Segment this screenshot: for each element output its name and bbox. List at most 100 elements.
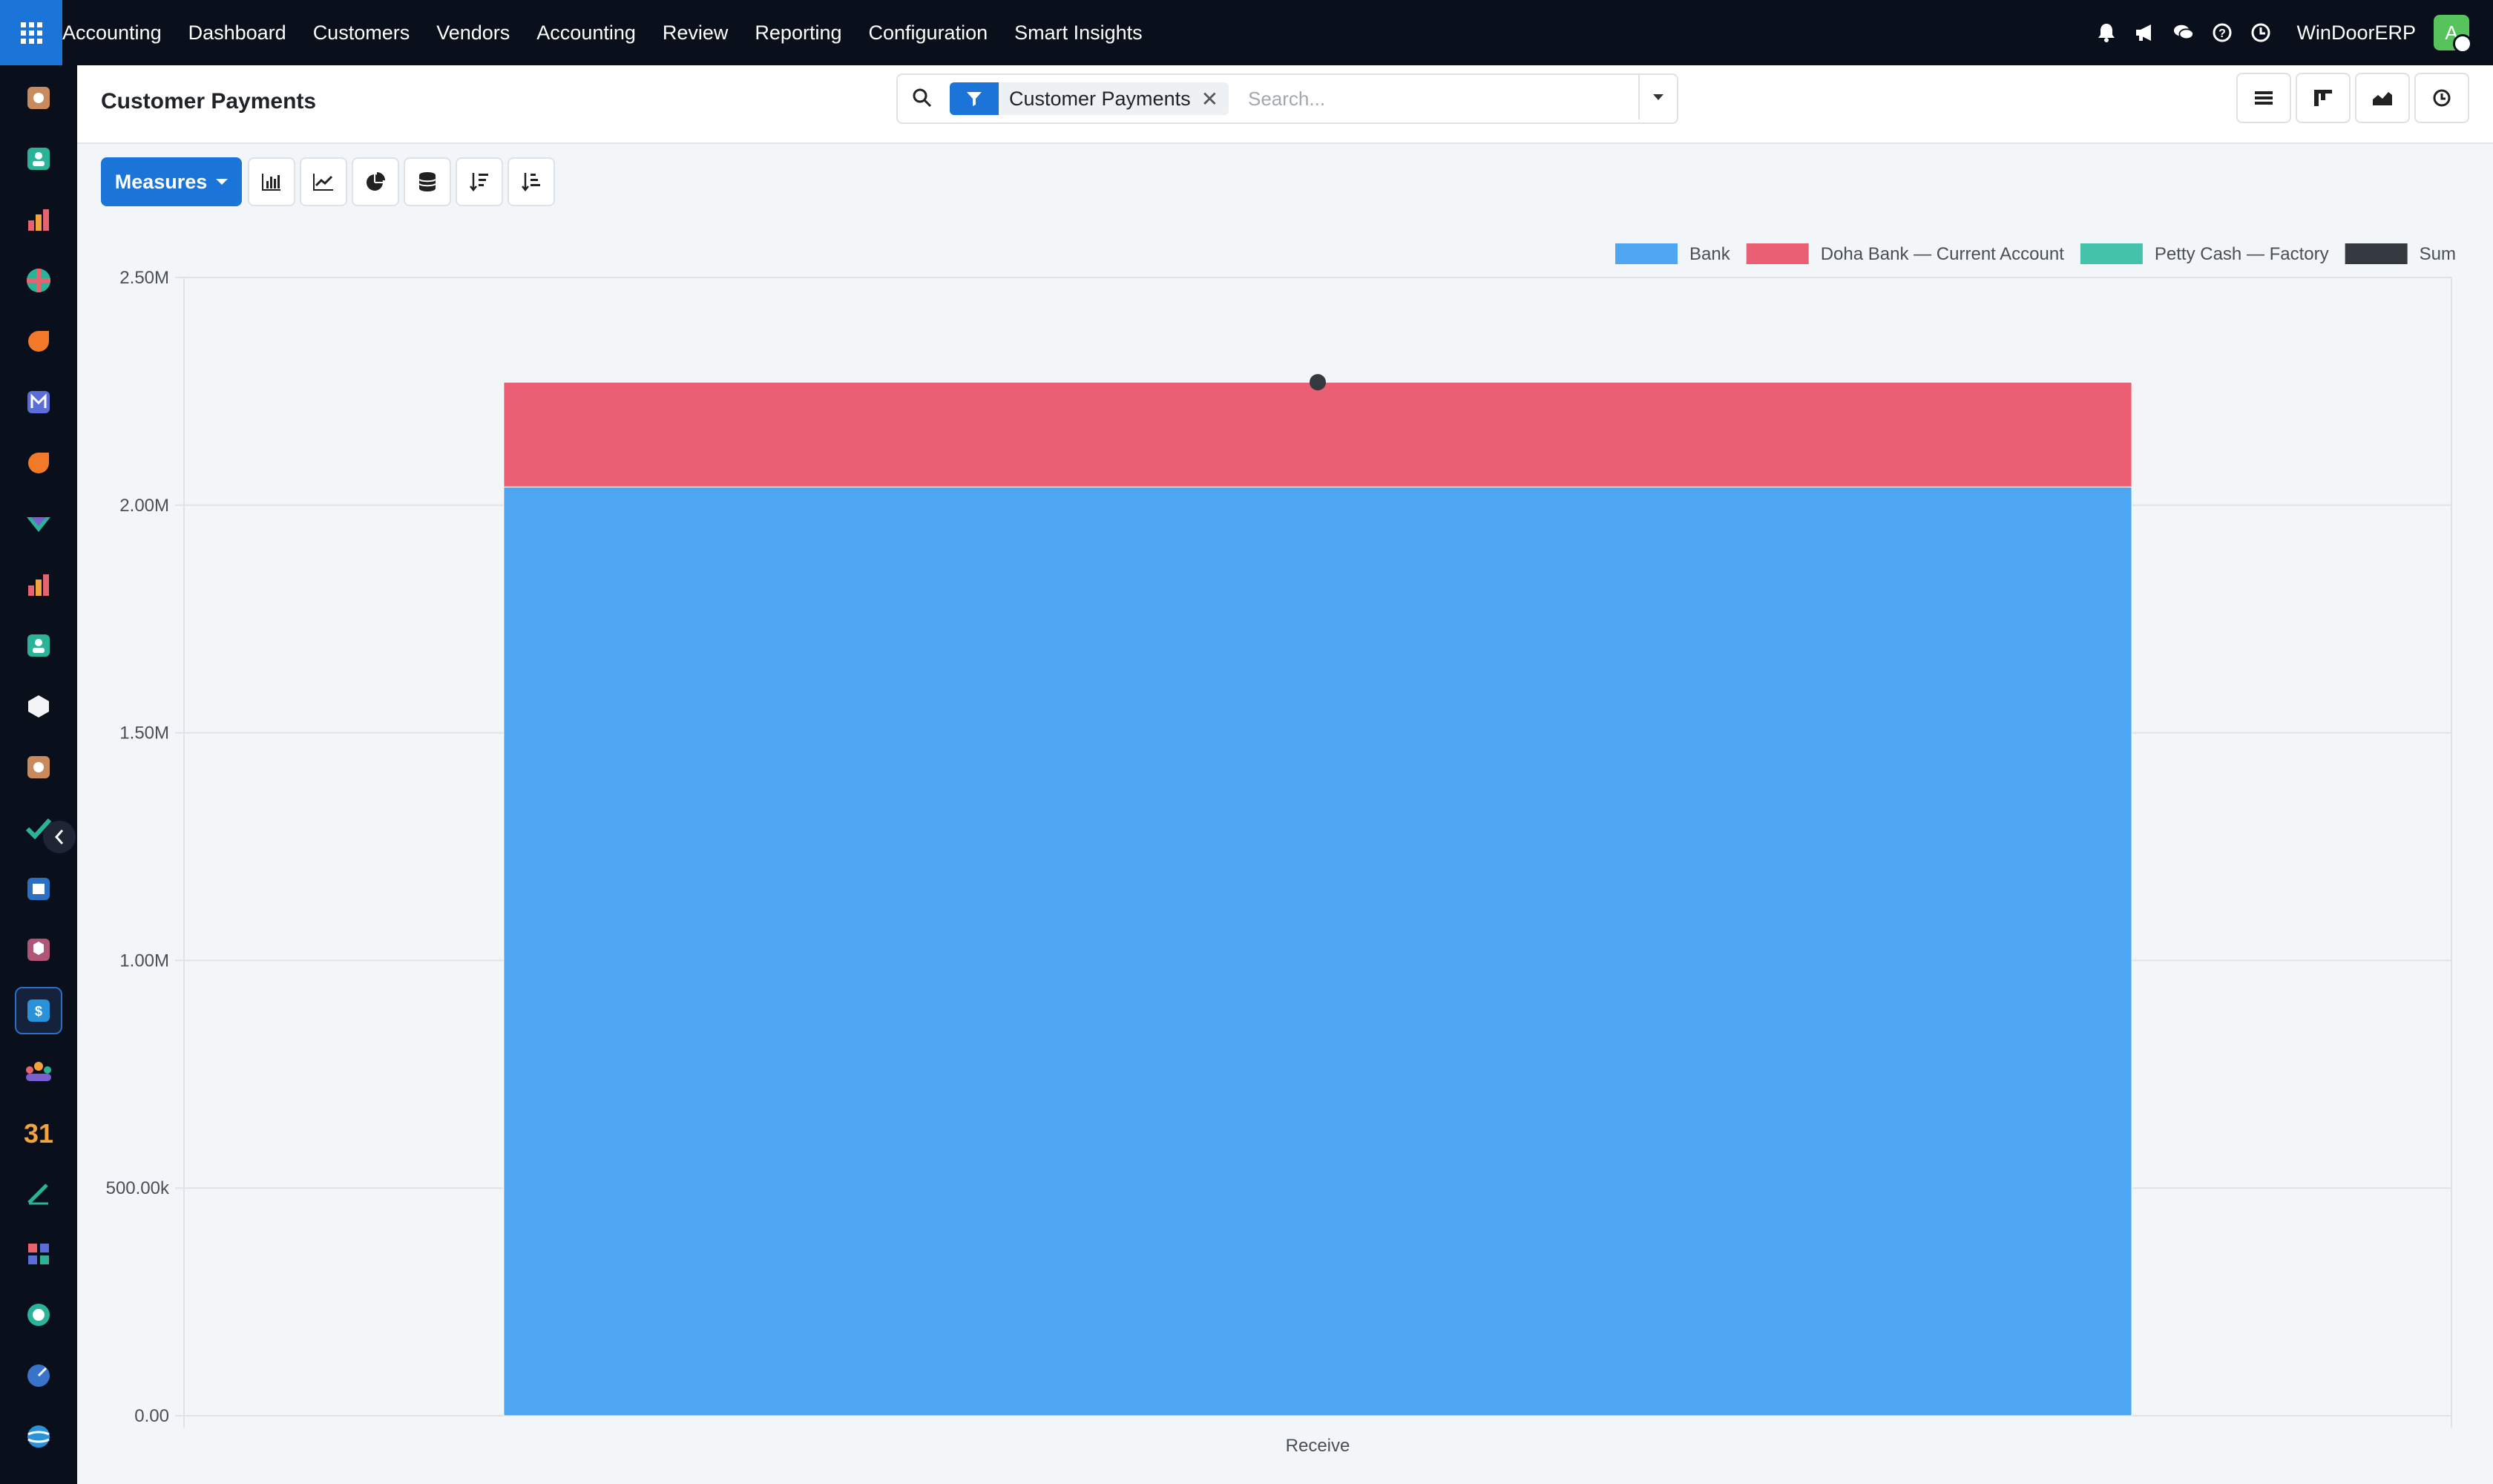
menu-item-review[interactable]: Review [663,22,729,45]
menu-item-customers[interactable]: Customers [313,22,410,45]
search-icon[interactable] [911,87,933,109]
apps-menu-button[interactable] [0,0,62,65]
graph-view-icon [2373,92,2392,105]
app-icon-11[interactable] [16,684,61,729]
app-icon-15[interactable] [16,928,61,972]
systray: ? WinDoorERP A [2078,0,2472,65]
pie-chart-button[interactable] [352,157,399,206]
y-tick-label: 2.50M [119,268,169,288]
app-icon-7[interactable] [16,441,61,485]
activity-view-icon [2433,89,2451,107]
top-navbar: Accounting Dashboard Customers Vendors A… [0,0,2493,65]
caret-down-icon [1653,94,1663,100]
company-name[interactable]: WinDoorERP [2296,22,2416,45]
bar-chart-button[interactable] [248,157,295,206]
bar-chart-icon [262,174,280,191]
app-icon-2[interactable] [16,137,61,181]
list-view-icon [2255,91,2273,105]
app-icon-5[interactable] [16,319,61,364]
app-icon-12[interactable] [16,745,61,789]
legend-swatch [1615,243,1678,264]
menu-item-smart-insights[interactable]: Smart Insights [1014,22,1143,45]
y-tick-label: 500.00k [106,1178,170,1198]
facet-label: Customer Payments [1009,87,1191,110]
svg-text:$: $ [35,1004,42,1019]
sort-descending-icon [470,173,488,192]
app-icon-calendar[interactable]: 31 [16,1110,61,1155]
app-icon-20[interactable] [16,1232,61,1276]
caret-down-icon [216,179,229,185]
app-icon-23[interactable] [16,1414,61,1459]
app-icon-9[interactable] [16,562,61,607]
list-view-button[interactable] [2236,73,2291,123]
line-chart-button[interactable] [300,157,347,206]
remove-facet-icon[interactable]: ✕ [1201,87,1218,111]
menu-item-reporting[interactable]: Reporting [755,22,841,45]
graph-chart: 0.00 500.00k 1.00M 1.50M 2.00M 2.50M Receive B… [77,223,2493,1484]
app-icon-19[interactable] [16,1171,61,1215]
app-icon-4[interactable] [16,258,61,303]
legend-label: Petty Cash — Factory [2155,244,2329,264]
help-icon[interactable]: ? [2212,22,2233,43]
filter-facet[interactable]: Customer Payments ✕ [950,82,1229,115]
y-tick-label: 0.00 [134,1406,169,1426]
app-icon-14[interactable] [16,867,61,911]
measures-button[interactable]: Measures [101,157,242,206]
app-icon-17[interactable] [16,1049,61,1094]
chat-icon[interactable] [2173,22,2195,43]
activity-view-button[interactable] [2414,73,2469,123]
bar-bank [503,486,2132,1416]
stacked-button[interactable] [404,157,451,206]
y-tick-label: 1.00M [119,951,169,971]
graph-view-button[interactable] [2355,73,2410,123]
bell-icon[interactable] [2096,22,2117,43]
app-icon-22[interactable] [16,1353,61,1398]
filter-icon [950,82,999,115]
grid-icon [20,22,42,44]
search-input[interactable] [1246,84,1620,114]
collapse-rail-button[interactable] [43,821,76,853]
menu-item-accounting[interactable]: Accounting [536,22,636,45]
control-panel: Customer Payments Customer Payments ✕ [77,65,2493,144]
kanban-view-button[interactable] [2296,73,2351,123]
sum-point [1310,374,1326,391]
app-icon-payments[interactable]: $ [15,987,62,1034]
page-title: Customer Payments [101,89,317,114]
bar-chart: 0.00 500.00k 1.00M 1.50M 2.00M 2.50M Receive B… [106,243,2456,1456]
kanban-view-icon [2314,90,2332,106]
y-tick-label: 2.00M [119,496,169,516]
menu-item-dashboard[interactable]: Dashboard [188,22,286,45]
search-options-toggle[interactable] [1638,75,1677,119]
y-tick-label: 1.50M [119,723,169,743]
app-icon-8[interactable] [16,502,61,546]
legend-label: Bank [1689,244,1731,264]
view-switcher [2232,73,2469,123]
main-menu: Accounting Dashboard Customers Vendors A… [62,0,1169,65]
menu-app-name[interactable]: Accounting [62,22,162,45]
measures-label: Measures [114,170,208,193]
avatar[interactable]: A [2434,15,2472,53]
menu-item-vendors[interactable]: Vendors [436,22,510,45]
clock-icon[interactable] [2250,22,2271,43]
x-tick-label: Receive [1286,1436,1350,1456]
sort-ascending-button[interactable] [508,157,555,206]
search-bar: Customer Payments ✕ [896,73,1678,124]
legend-swatch [2345,243,2408,264]
app-icon-1[interactable] [16,76,61,120]
bar-doha-bank-current-account [503,381,2132,487]
whatsapp-icon[interactable] [16,1293,61,1337]
stacked-icon [418,172,436,191]
app-icon-6[interactable] [16,380,61,424]
menu-item-configuration[interactable]: Configuration [869,22,988,45]
status-dot [2453,34,2472,53]
svg-text:31: 31 [24,1119,53,1146]
app-rail: $ 31 [0,65,77,1484]
megaphone-icon[interactable] [2135,22,2155,43]
app-icon-10[interactable] [16,623,61,668]
app-icon-3[interactable] [16,197,61,242]
sort-ascending-icon [522,173,540,192]
line-chart-icon [313,174,333,191]
legend-label: Sum [2420,244,2456,264]
sort-descending-button[interactable] [456,157,503,206]
chevron-left-icon [54,830,64,844]
